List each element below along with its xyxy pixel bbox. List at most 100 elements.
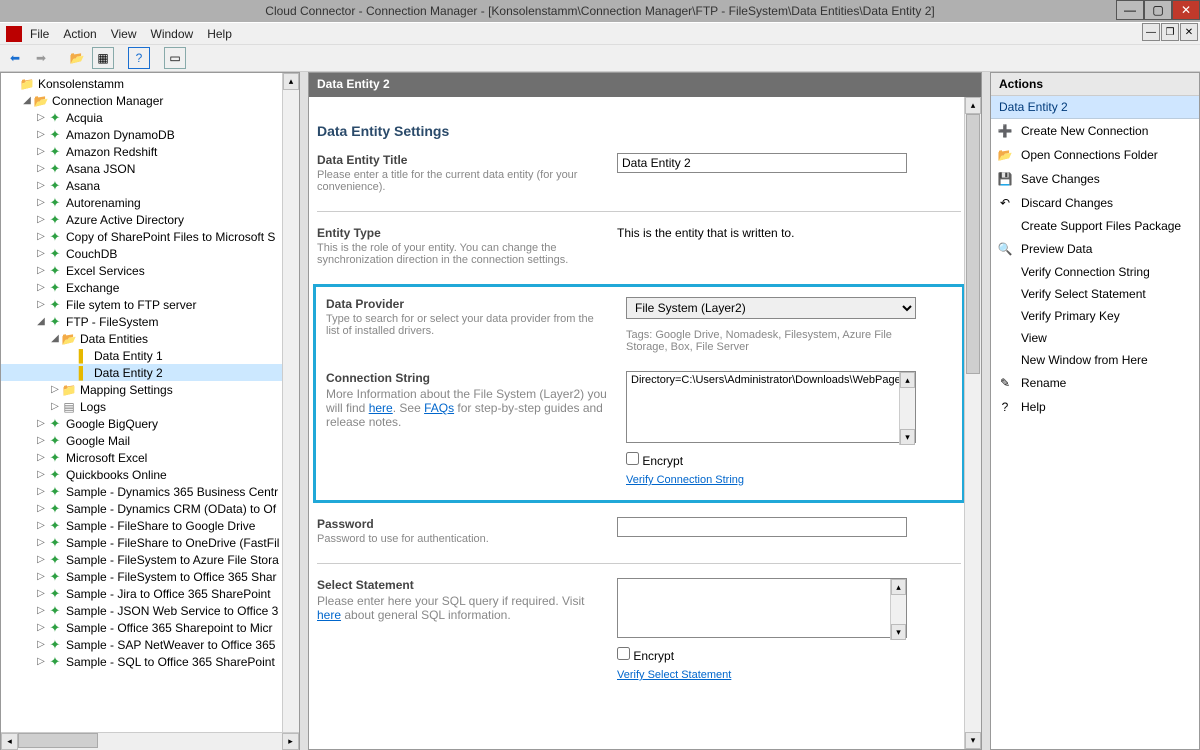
expand-icon[interactable]: ▷ <box>35 469 47 480</box>
back-button[interactable]: ⬅ <box>4 47 26 69</box>
action-item[interactable]: 💾Save Changes <box>991 167 1199 191</box>
tree-item[interactable]: ▷✦Sample - FileShare to OneDrive (FastFi… <box>1 534 299 551</box>
expand-icon[interactable]: ▷ <box>35 622 47 633</box>
tree-item[interactable]: ▷✦Copy of SharePoint Files to Microsoft … <box>1 228 299 245</box>
tree-item[interactable]: ▷✦Excel Services <box>1 262 299 279</box>
select-statement-input[interactable] <box>617 578 907 638</box>
expand-icon[interactable]: ▷ <box>35 248 47 259</box>
data-provider-select[interactable]: File System (Layer2) <box>626 297 916 319</box>
splitter[interactable] <box>982 72 990 750</box>
maximize-button[interactable]: ▢ <box>1144 0 1172 20</box>
action-item[interactable]: View <box>991 327 1199 349</box>
scroll-left-icon[interactable]: ◂ <box>1 733 18 750</box>
expand-icon[interactable]: ▷ <box>35 231 47 242</box>
scroll-up-icon[interactable]: ▴ <box>900 372 915 388</box>
tree-item[interactable]: ▷✦Asana JSON <box>1 160 299 177</box>
tree-vscrollbar[interactable]: ▴ <box>282 73 299 732</box>
expand-icon[interactable]: ▷ <box>35 299 47 310</box>
tree-item[interactable]: ▷✦Sample - FileSystem to Office 365 Shar <box>1 568 299 585</box>
cs-here-link[interactable]: here <box>369 401 393 415</box>
tree-item[interactable]: ▷▤Logs <box>1 398 299 415</box>
tree-item[interactable]: ▷✦Sample - SQL to Office 365 SharePoint <box>1 653 299 670</box>
scroll-up-icon[interactable]: ▴ <box>283 73 299 90</box>
expand-icon[interactable]: ▷ <box>35 418 47 429</box>
tree-item[interactable]: ▷✦Azure Active Directory <box>1 211 299 228</box>
view-icon[interactable]: ▦ <box>92 47 114 69</box>
mdi-close-button[interactable]: ✕ <box>1180 23 1198 41</box>
tree-item[interactable]: ▷✦Exchange <box>1 279 299 296</box>
tree-item[interactable]: ▷✦Quickbooks Online <box>1 466 299 483</box>
forward-button[interactable]: ➡ <box>30 47 52 69</box>
scroll-thumb[interactable] <box>966 114 980 374</box>
action-item[interactable]: ✎Rename <box>991 371 1199 395</box>
expand-icon[interactable]: ▷ <box>35 435 47 446</box>
expand-icon[interactable]: ▷ <box>35 282 47 293</box>
expand-icon[interactable]: ▷ <box>35 452 47 463</box>
tree-item[interactable]: ▷✦Sample - FileSystem to Azure File Stor… <box>1 551 299 568</box>
tree-item[interactable]: ▷✦Google BigQuery <box>1 415 299 432</box>
expand-icon[interactable]: ◢ <box>49 333 61 344</box>
tree-item[interactable]: ▷✦Sample - Dynamics CRM (OData) to Of <box>1 500 299 517</box>
splitter[interactable] <box>300 72 308 750</box>
menu-view[interactable]: View <box>111 27 137 41</box>
expand-icon[interactable]: ▷ <box>35 571 47 582</box>
tree-item[interactable]: ▷✦Google Mail <box>1 432 299 449</box>
action-item[interactable]: Verify Connection String <box>991 261 1199 283</box>
tree-item[interactable]: ▷📁Mapping Settings <box>1 381 299 398</box>
tree-item[interactable]: ▷✦Sample - Office 365 Sharepoint to Micr <box>1 619 299 636</box>
expand-icon[interactable]: ◢ <box>21 95 33 106</box>
encrypt-cs-checkbox[interactable] <box>626 452 639 465</box>
tree-item[interactable]: ▷✦Autorenaming <box>1 194 299 211</box>
expand-icon[interactable]: ▷ <box>35 486 47 497</box>
textarea-scrollbar[interactable]: ▴ ▾ <box>899 372 915 445</box>
tree-item[interactable]: ◢📂Connection Manager <box>1 92 299 109</box>
minimize-button[interactable]: — <box>1116 0 1144 20</box>
tree-item[interactable]: ◢✦FTP - FileSystem <box>1 313 299 330</box>
tree-item[interactable]: ▌Data Entity 2 <box>1 364 299 381</box>
action-item[interactable]: ↶Discard Changes <box>991 191 1199 215</box>
tree-item[interactable]: ▷✦Sample - SAP NetWeaver to Office 365 <box>1 636 299 653</box>
expand-icon[interactable]: ▷ <box>35 197 47 208</box>
scroll-right-icon[interactable]: ▸ <box>282 733 299 750</box>
menu-action[interactable]: Action <box>63 27 96 41</box>
tree-item[interactable]: ◢📂Data Entities <box>1 330 299 347</box>
tree-item[interactable]: ▷✦Sample - Jira to Office 365 SharePoint <box>1 585 299 602</box>
tree-item[interactable]: ▷✦Sample - JSON Web Service to Office 3 <box>1 602 299 619</box>
action-item[interactable]: Create Support Files Package <box>991 215 1199 237</box>
expand-icon[interactable]: ▷ <box>49 401 61 412</box>
tree-item[interactable]: ▷✦Asana <box>1 177 299 194</box>
tree-item[interactable]: ▷✦File sytem to FTP server <box>1 296 299 313</box>
tree-item[interactable]: ▌Data Entity 1 <box>1 347 299 364</box>
expand-icon[interactable]: ▷ <box>35 656 47 667</box>
connection-string-input[interactable] <box>626 371 916 443</box>
open-folder-icon[interactable]: 📂 <box>66 47 88 69</box>
tree-item[interactable]: ▷✦Sample - Dynamics 365 Business Centr <box>1 483 299 500</box>
expand-icon[interactable]: ▷ <box>35 537 47 548</box>
verify-select-statement-link[interactable]: Verify Select Statement <box>617 669 731 681</box>
scroll-down-icon[interactable]: ▾ <box>891 624 906 640</box>
expand-icon[interactable]: ▷ <box>35 129 47 140</box>
expand-icon[interactable]: ◢ <box>35 316 47 327</box>
action-item[interactable]: ➕Create New Connection <box>991 119 1199 143</box>
menu-window[interactable]: Window <box>151 27 194 41</box>
action-item[interactable]: 🔍Preview Data <box>991 237 1199 261</box>
close-button[interactable]: ✕ <box>1172 0 1200 20</box>
expand-icon[interactable]: ▷ <box>35 146 47 157</box>
mdi-restore-button[interactable]: ❐ <box>1161 23 1179 41</box>
cs-faqs-link[interactable]: FAQs <box>424 401 454 415</box>
textarea-scrollbar[interactable]: ▴ ▾ <box>890 579 906 640</box>
help-icon[interactable]: ? <box>128 47 150 69</box>
expand-icon[interactable]: ▷ <box>35 180 47 191</box>
window-icon[interactable]: ▭ <box>164 47 186 69</box>
expand-icon[interactable]: ▷ <box>35 639 47 650</box>
expand-icon[interactable]: ▷ <box>35 605 47 616</box>
action-item[interactable]: New Window from Here <box>991 349 1199 371</box>
expand-icon[interactable]: ▷ <box>35 554 47 565</box>
tree-item[interactable]: 📁Konsolenstamm <box>1 75 299 92</box>
tree-item[interactable]: ▷✦Amazon DynamoDB <box>1 126 299 143</box>
scroll-up-icon[interactable]: ▴ <box>965 97 981 114</box>
tree-hscrollbar[interactable]: ◂ ▸ <box>1 732 299 749</box>
password-input[interactable] <box>617 517 907 537</box>
tree-item[interactable]: ▷✦Acquia <box>1 109 299 126</box>
menu-file[interactable]: File <box>30 27 49 41</box>
